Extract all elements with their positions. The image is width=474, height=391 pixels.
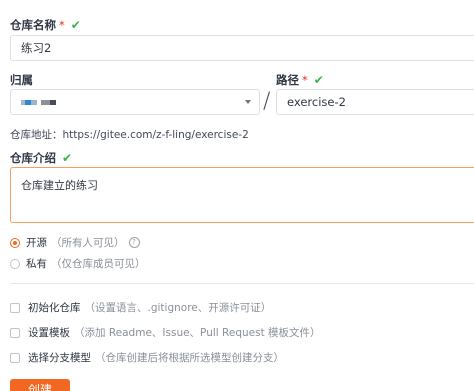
owner-select[interactable] [10, 89, 260, 115]
branch-model-option[interactable]: 选择分支模型 （仓库创建后将根据所选模型创建分支） [10, 350, 284, 365]
option-hint: （仓库创建后将根据所选模型创建分支） [95, 352, 284, 364]
option-label: 初始化仓库 [28, 302, 81, 314]
init-repo-checkbox[interactable] [10, 302, 20, 313]
section-divider [10, 283, 474, 284]
visibility-option-public[interactable]: 开源 （所有人可见） ? [10, 235, 140, 250]
template-checkbox[interactable] [10, 327, 20, 338]
path-input[interactable]: exercise-2 [276, 89, 474, 115]
init-repo-option[interactable]: 初始化仓库 （设置语言、.gitignore、开源许可证） [10, 300, 271, 315]
repo-name-label-text: 仓库名称 [10, 18, 56, 32]
path-label-text: 路径 [276, 73, 299, 87]
check-icon: ✔ [62, 151, 73, 165]
help-icon[interactable]: ? [128, 237, 140, 248]
visibility-option-hint: （仅仓库成员可见） [51, 258, 146, 270]
create-repo-form: 仓库名称 * ✔ 练习2 归属 / 路径 * ✔ exercise-2 仓库地址：htt… [0, 0, 474, 391]
chevron-down-icon [245, 100, 251, 104]
repo-address: 仓库地址：https://gitee.com/z-f-ling/exercise… [10, 129, 249, 141]
redacted-block [50, 99, 56, 105]
visibility-option-label: 开源 [26, 237, 47, 249]
required-mark: * [59, 18, 65, 32]
required-mark: * [302, 73, 308, 87]
radio-unselected[interactable] [10, 258, 20, 269]
repo-name-value: 练习2 [21, 41, 52, 55]
description-textarea[interactable]: 仓库建立的练习 [10, 167, 474, 223]
owner-avatar-redacted [21, 99, 56, 105]
visibility-option-private[interactable]: 私有 （仅仓库成员可见） [10, 256, 146, 271]
visibility-option-label: 私有 [26, 258, 47, 270]
template-option[interactable]: 设置模板 （添加 Readme、Issue、Pull Request 模板文件） [10, 325, 321, 340]
branch-model-checkbox[interactable] [10, 352, 20, 363]
redacted-block [41, 99, 50, 105]
radio-selected[interactable] [10, 237, 20, 248]
owner-label-text: 归属 [10, 73, 33, 87]
description-label: 仓库介绍 ✔ [10, 150, 72, 166]
owner-label: 归属 [10, 72, 33, 88]
option-hint: （添加 Readme、Issue、Pull Request 模板文件） [74, 327, 321, 339]
description-label-text: 仓库介绍 [10, 151, 56, 165]
repo-name-label: 仓库名称 * ✔ [10, 17, 81, 33]
check-icon: ✔ [313, 73, 324, 87]
option-label: 选择分支模型 [28, 352, 91, 364]
path-label: 路径 * ✔ [276, 72, 324, 88]
path-separator: / [263, 89, 271, 114]
path-value: exercise-2 [287, 95, 346, 109]
check-icon: ✔ [70, 18, 81, 32]
option-hint: （设置语言、.gitignore、开源许可证） [84, 302, 272, 314]
repo-name-input[interactable]: 练习2 [10, 35, 474, 61]
option-label: 设置模板 [28, 327, 70, 339]
create-button[interactable]: 创建 [10, 379, 70, 391]
description-value: 仓库建立的练习 [21, 179, 98, 192]
visibility-option-hint: （所有人可见） [51, 237, 125, 249]
